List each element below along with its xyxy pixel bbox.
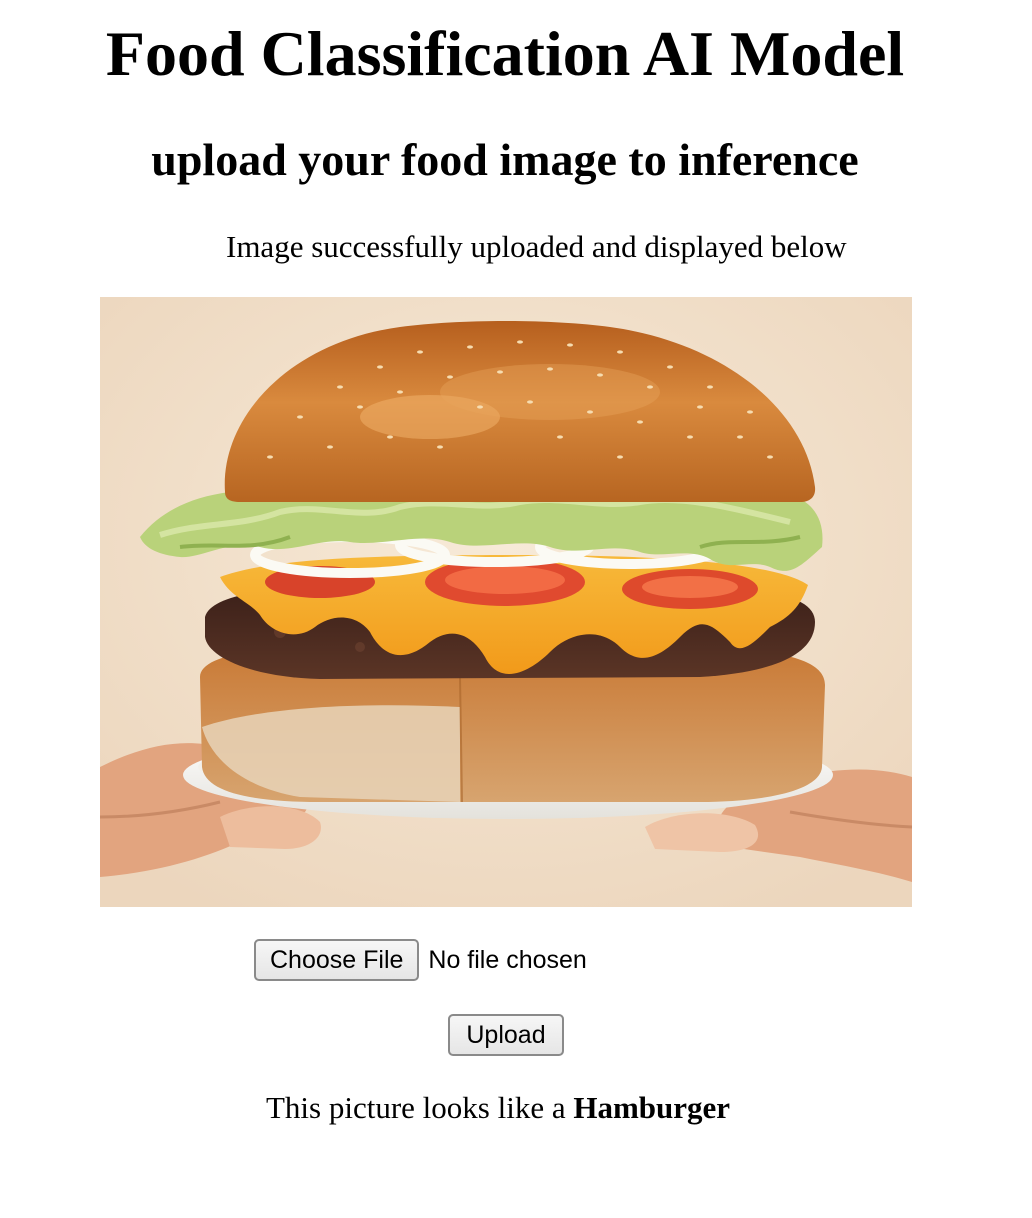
upload-status-message: Image successfully uploaded and displaye… — [226, 229, 847, 264]
prediction-result: This picture looks like a Hamburger — [266, 1088, 730, 1128]
upload-button[interactable]: Upload — [448, 1014, 564, 1056]
file-status-text: No file chosen — [428, 945, 587, 974]
uploaded-food-image — [100, 297, 912, 907]
page-subtitle: upload your food image to inference — [151, 134, 859, 185]
choose-file-button[interactable]: Choose File — [254, 939, 420, 981]
page-title: Food Classification AI Model — [105, 18, 905, 89]
page: Food Classification AI Model upload your… — [0, 0, 1032, 1218]
prediction-label: Hamburger — [573, 1090, 731, 1125]
prediction-prefix: This picture looks like a — [266, 1090, 574, 1125]
hamburger-illustration — [100, 297, 912, 907]
file-picker: Choose File No file chosen — [254, 939, 587, 981]
